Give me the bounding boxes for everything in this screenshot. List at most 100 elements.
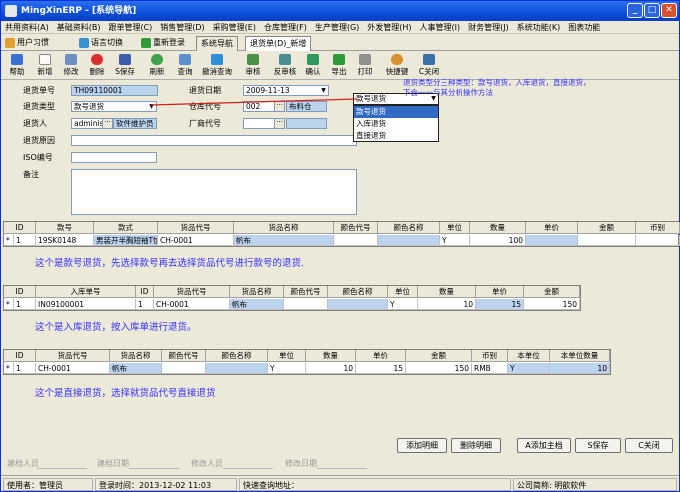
g2-cell-color-name[interactable] [328,299,388,310]
menu-purchase[interactable]: 采购管理(E) [209,21,260,34]
add-detail-button[interactable]: 添加明细 [397,438,447,453]
add-master-button[interactable]: A添加主档 [517,438,571,453]
g3-cell-name[interactable]: 帆布 [110,363,162,374]
help-button[interactable]: 帮助 [5,53,29,79]
g1-cell-price[interactable] [526,235,578,246]
relogin-icon [141,38,151,48]
g2-cell-unit[interactable]: Y [388,299,418,310]
status-quick-query[interactable]: 快速查询地址： [239,478,511,491]
audit-button[interactable]: 审核 [241,53,265,79]
g3-cell-id[interactable]: 1 [14,363,36,374]
reason-field[interactable] [71,135,357,146]
vendor-lookup-icon[interactable]: ··· [274,118,285,129]
g2-cell-name[interactable]: 帆布 [230,299,284,310]
return-no-field[interactable]: TH09110001 [71,85,158,96]
maximize-icon[interactable]: □ [644,3,660,18]
option-direct-return[interactable]: 直接退货 [354,130,438,142]
return-type-select[interactable]: 款号退货 ▼ [71,101,157,112]
date-dropdown-icon[interactable]: ▼ [319,86,328,95]
return-date-field[interactable]: 2009-11-13 ▼ [243,85,329,96]
new-button[interactable]: 新增 [33,53,57,79]
returner-lookup-icon[interactable]: ··· [102,118,113,129]
remark-field[interactable] [71,169,357,215]
g1-cell-code[interactable]: CH-0001 [158,235,234,246]
g1-cell-style-no[interactable]: 19SK0148 [36,235,94,246]
relogin-tab[interactable]: 重新登录 [139,36,185,50]
g2-cell-in-no[interactable]: IN09100001 [36,299,136,310]
tab-system-nav[interactable]: 系统导航 [196,36,238,51]
menu-sales[interactable]: 销售管理(D) [156,21,208,34]
g1-cell-id[interactable]: 1 [14,235,36,246]
g1-cell-color-name[interactable] [378,235,440,246]
save-button[interactable]: S保存 [575,438,621,453]
delete-detail-button[interactable]: 删除明细 [451,438,501,453]
g1-cell-qty[interactable]: 100 [470,235,526,246]
g3-cell-base-qty[interactable]: 10 [550,363,610,374]
g1-cell-amount[interactable] [578,235,636,246]
g1-col-style-no: 款号 [36,222,94,234]
minimize-icon[interactable]: _ [627,3,643,18]
user-habit-tab[interactable]: 用户习惯 [3,36,49,50]
edit-icon [65,54,77,65]
g2-cell-amount[interactable]: 150 [524,299,580,310]
tab-return-new[interactable]: 退货单(D)_新增 [245,36,312,51]
g3-cell-qty[interactable]: 10 [306,363,356,374]
g1-cell-name[interactable]: 帆布 [234,235,334,246]
g1-cell-style[interactable]: 男装开半胸短袖T恤 [94,235,158,246]
export-button[interactable]: 导出 [327,53,351,79]
query-button[interactable]: 查询 [173,53,197,79]
g2-cell-color-code[interactable] [284,299,328,310]
unaudit-button[interactable]: 反审核 [267,53,303,79]
option-style-return[interactable]: 款号退货 [354,106,438,118]
audit-info-row: 建档人员 建档日期 修改人员 修改日期 [1,458,679,472]
menu-warehouse[interactable]: 仓库管理(F) [260,21,311,34]
g2-cell-price[interactable]: 15 [476,299,524,310]
menu-hr[interactable]: 人事管理(I) [416,21,465,34]
shortcut-button[interactable]: 快捷键 [379,53,415,79]
g3-cell-price[interactable]: 15 [356,363,406,374]
g3-cell-code[interactable]: CH-0001 [36,363,110,374]
menu-order[interactable]: 跟单管理(C) [104,21,156,34]
vendor-code-field[interactable] [243,118,277,129]
status-company: 公司简称: 明歆软件 [513,478,677,491]
delete-button[interactable]: 删除 [85,53,109,79]
menu-charts[interactable]: 图表功能 [564,21,604,34]
language-tab[interactable]: 语言切换 [77,36,123,50]
g3-cell-currency[interactable]: RMB [472,363,508,374]
g3-cell-color-name[interactable] [206,363,268,374]
g3-cell-color-code[interactable] [162,363,206,374]
menu-finance[interactable]: 财务管理(J) [464,21,513,34]
save-toolbar-button[interactable]: S保存 [113,53,137,79]
g2-col-in-no: 入库单号 [36,286,136,298]
iso-field[interactable] [71,152,157,163]
g3-cell-unit[interactable]: Y [268,363,306,374]
edit-label: 修改 [63,67,79,76]
g1-cell-unit[interactable]: Y [440,235,470,246]
edit-button[interactable]: 修改 [59,53,83,79]
menu-system[interactable]: 系统功能(K) [513,21,565,34]
save-label: S保存 [115,67,135,76]
menu-basic[interactable]: 基础资料(B) [53,21,105,34]
g2-col-id: ID [4,286,36,298]
close-toolbar-button[interactable]: C关闭 [417,53,441,79]
returner-field[interactable]: administ [71,118,103,129]
print-button[interactable]: 打印 [353,53,377,79]
close-button[interactable]: C关闭 [625,438,673,453]
close-icon[interactable]: ✕ [661,3,677,18]
g1-cell-currency[interactable] [636,235,680,246]
g1-cell-color-code[interactable] [334,235,378,246]
menu-common[interactable]: 共用资料(A) [1,21,53,34]
g2-cell-code[interactable]: CH-0001 [154,299,230,310]
g3-cell-amount[interactable]: 150 [406,363,472,374]
g2-cell-id2[interactable]: 1 [136,299,154,310]
menu-outsource[interactable]: 外发管理(H) [363,21,415,34]
menu-production[interactable]: 生产管理(G) [311,21,363,34]
option-stock-in-return[interactable]: 入库退货 [354,118,438,130]
g2-cell-qty[interactable]: 10 [418,299,476,310]
refresh-button[interactable]: 刷新 [145,53,169,79]
g3-cell-base-unit[interactable]: Y [508,363,550,374]
g2-cell-id[interactable]: 1 [14,299,36,310]
cancel-query-button[interactable]: 撤消查询 [199,53,235,79]
confirm-button[interactable]: 确认 [301,53,325,79]
leader-line [151,98,358,106]
